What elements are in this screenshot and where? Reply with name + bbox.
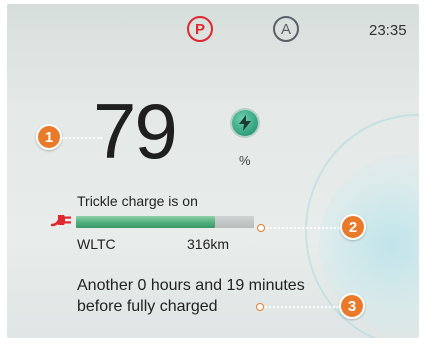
callout-marker-1: 1 xyxy=(36,124,62,150)
callout-marker-2: 2 xyxy=(340,214,366,240)
ev-charging-screen: P A 23:35 79 % Trickle charge is on WLTC… xyxy=(7,4,419,338)
battery-unit: % xyxy=(239,153,251,168)
time-to-full-text: Another 0 hours and 19 minutes before fu… xyxy=(77,275,377,317)
auto-hold-letter: A xyxy=(280,20,291,38)
charge-status-text: Trickle charge is on xyxy=(77,193,198,209)
range-value: 316km xyxy=(187,236,230,252)
battery-level: 79 xyxy=(93,87,178,175)
range-standard-label: WLTC xyxy=(77,236,116,252)
callout-marker-3: 3 xyxy=(339,293,365,319)
parking-brake-indicator: P xyxy=(187,16,213,42)
charge-progress-bar xyxy=(76,216,254,228)
callout-leader-3 xyxy=(262,306,339,308)
charging-plug-icon xyxy=(50,212,73,233)
lightning-bolt-icon xyxy=(232,110,258,136)
time-to-full-line-1: Another 0 hours and 19 minutes xyxy=(77,277,305,294)
callout-anchor-3 xyxy=(256,303,264,311)
status-bar: P A 23:35 xyxy=(7,4,419,54)
callout-leader-2 xyxy=(263,227,340,229)
callout-anchor-2 xyxy=(257,224,265,232)
parking-brake-letter: P xyxy=(194,20,205,38)
callout-leader-1 xyxy=(62,137,102,139)
clock: 23:35 xyxy=(369,22,407,39)
auto-hold-indicator: A xyxy=(273,16,299,42)
charge-progress-fill xyxy=(76,216,215,228)
